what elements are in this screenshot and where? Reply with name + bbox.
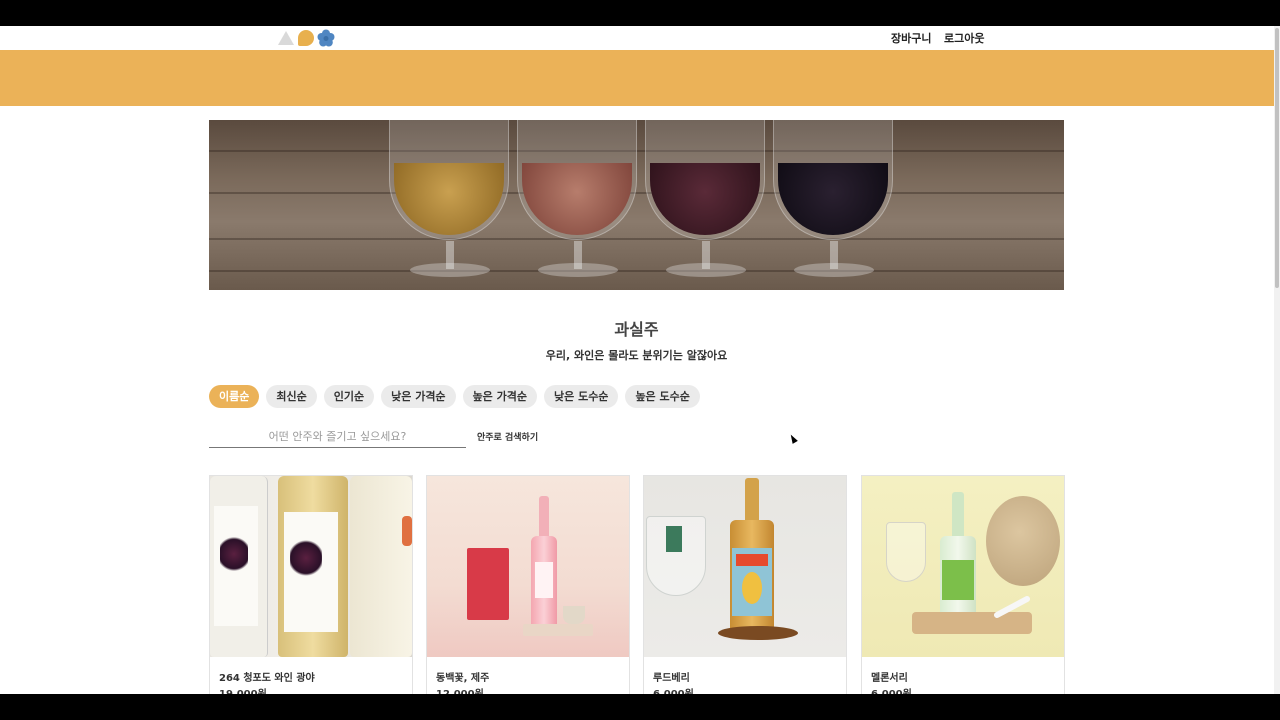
- wine-glass-white: [389, 120, 509, 277]
- site-logo[interactable]: [278, 29, 338, 47]
- product-price: 6,000원: [871, 685, 912, 694]
- product-price: 6,000원: [653, 685, 694, 694]
- page-scrollbar[interactable]: [1274, 26, 1280, 694]
- sort-by-low-price-button[interactable]: 낮은 가격순: [381, 385, 456, 408]
- product-card[interactable]: 멜론서리 6,000원: [861, 475, 1065, 694]
- site-header: 장바구니 로그아웃: [0, 26, 1274, 50]
- mouse-cursor-icon: [788, 433, 798, 444]
- food-pairing-search-input[interactable]: [209, 426, 466, 448]
- food-pairing-search-button[interactable]: 안주로 검색하기: [477, 430, 538, 443]
- product-image: [210, 476, 412, 657]
- wine-glass-dark-red: [773, 120, 893, 277]
- cart-link[interactable]: 장바구니: [891, 30, 931, 46]
- category-subtitle: 우리, 와인은 몰라도 분위기는 알잖아요: [545, 349, 728, 362]
- wine-glass-red: [645, 120, 765, 277]
- sort-options: 이름순 최신순 인기순 낮은 가격순 높은 가격순 낮은 도수순 높은 도수순: [209, 385, 700, 408]
- browser-viewport: 장바구니 로그아웃 과실주 우리, 와인은 몰라도 분위기는 알잖아요 이름순 …: [0, 26, 1280, 694]
- logo-flower-icon: [317, 29, 335, 47]
- sort-by-name-button[interactable]: 이름순: [209, 385, 260, 408]
- product-name: 멜론서리: [871, 673, 908, 684]
- logout-link[interactable]: 로그아웃: [944, 30, 984, 46]
- product-image: [644, 476, 846, 657]
- product-price: 12,000원: [436, 685, 484, 694]
- product-card[interactable]: 264 청포도 와인 광야 19,000원: [209, 475, 413, 694]
- product-image: [862, 476, 1064, 657]
- sort-by-newest-button[interactable]: 최신순: [266, 385, 317, 408]
- product-card[interactable]: 동백꽃, 제주 12,000원: [426, 475, 630, 694]
- sort-by-high-abv-button[interactable]: 높은 도수순: [625, 385, 700, 408]
- logo-triangle-icon: [278, 31, 294, 45]
- screen-top-bar: [0, 0, 1280, 26]
- category-title: 과실주: [614, 320, 659, 339]
- scrollbar-thumb[interactable]: [1275, 28, 1279, 288]
- sort-by-popular-button[interactable]: 인기순: [323, 385, 375, 408]
- screen-bottom-bar: [0, 694, 1280, 720]
- product-name: 루드베리: [653, 673, 690, 684]
- header-banner-band: [0, 50, 1274, 106]
- product-image: [427, 476, 629, 657]
- logo-drop-icon: [298, 30, 314, 46]
- product-name: 264 청포도 와인 광야: [219, 673, 315, 684]
- hero-image: [209, 120, 1064, 290]
- product-card[interactable]: 루드베리 6,000원: [643, 475, 847, 694]
- product-price: 19,000원: [219, 685, 267, 694]
- sort-by-low-abv-button[interactable]: 낮은 도수순: [544, 385, 619, 408]
- product-name: 동백꽃, 제주: [436, 673, 490, 684]
- sort-by-high-price-button[interactable]: 높은 가격순: [462, 385, 537, 408]
- wine-glass-rose: [517, 120, 637, 277]
